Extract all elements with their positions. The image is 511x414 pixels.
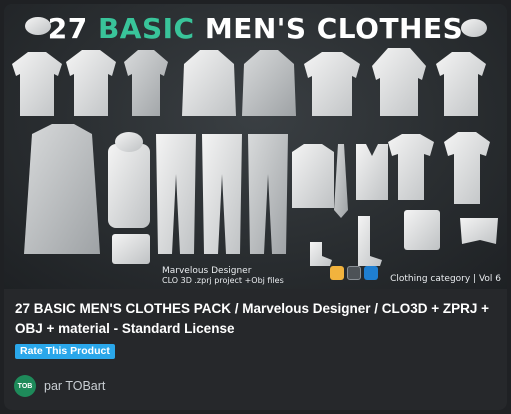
trousers-3 xyxy=(248,134,288,254)
category-caption: Clothing category | Vol 6 xyxy=(390,274,501,284)
caption-line-2: CLO 3D .zprj project +Obj files xyxy=(162,276,284,285)
garments-illustration xyxy=(12,17,498,266)
product-title[interactable]: 27 BASIC MEN'S CLOTHES PACK / Marvelous … xyxy=(15,299,495,339)
waistcoat xyxy=(292,144,334,208)
thumbnail-caption: Marvelous Designer CLO 3D .zprj project … xyxy=(162,266,284,286)
sweater xyxy=(304,52,360,116)
software-logos xyxy=(330,266,378,280)
hoodie xyxy=(372,48,426,116)
shorts-2 xyxy=(404,210,440,250)
caption-line-1: Marvelous Designer xyxy=(162,266,252,276)
obj-cube-icon xyxy=(364,266,378,280)
socks-short xyxy=(310,242,332,266)
product-thumbnail[interactable]: 27 BASIC MEN'S CLOTHES Marvelous Designe… xyxy=(4,4,507,289)
shirt-2 xyxy=(66,50,116,116)
puffer-hood xyxy=(115,132,143,152)
underwear xyxy=(460,218,498,244)
blazer-2 xyxy=(242,50,296,116)
necktie xyxy=(334,144,348,218)
cap-right xyxy=(461,19,487,37)
cap-left xyxy=(25,17,51,35)
tank-top xyxy=(356,144,388,200)
long-coat xyxy=(24,124,100,254)
shirt-1 xyxy=(12,52,62,116)
trousers-2 xyxy=(202,134,242,254)
blazer-1 xyxy=(182,50,236,116)
author-avatar[interactable]: TOB xyxy=(14,375,36,397)
puffer-vest xyxy=(108,144,150,228)
clo3d-icon xyxy=(347,266,361,280)
marvelous-designer-icon xyxy=(330,266,344,280)
socks-long xyxy=(358,216,382,266)
rate-product-button[interactable]: Rate This Product xyxy=(15,344,115,359)
product-card[interactable]: 27 BASIC MEN'S CLOTHES Marvelous Designe… xyxy=(4,4,507,410)
shirt-3 xyxy=(124,50,168,116)
author-link[interactable]: par TOBart xyxy=(44,379,105,393)
shorts-1 xyxy=(112,234,150,264)
shirt-4 xyxy=(436,52,486,116)
trousers-1 xyxy=(156,134,196,254)
tshirt-1 xyxy=(388,134,434,200)
polo-shirt xyxy=(444,132,490,204)
